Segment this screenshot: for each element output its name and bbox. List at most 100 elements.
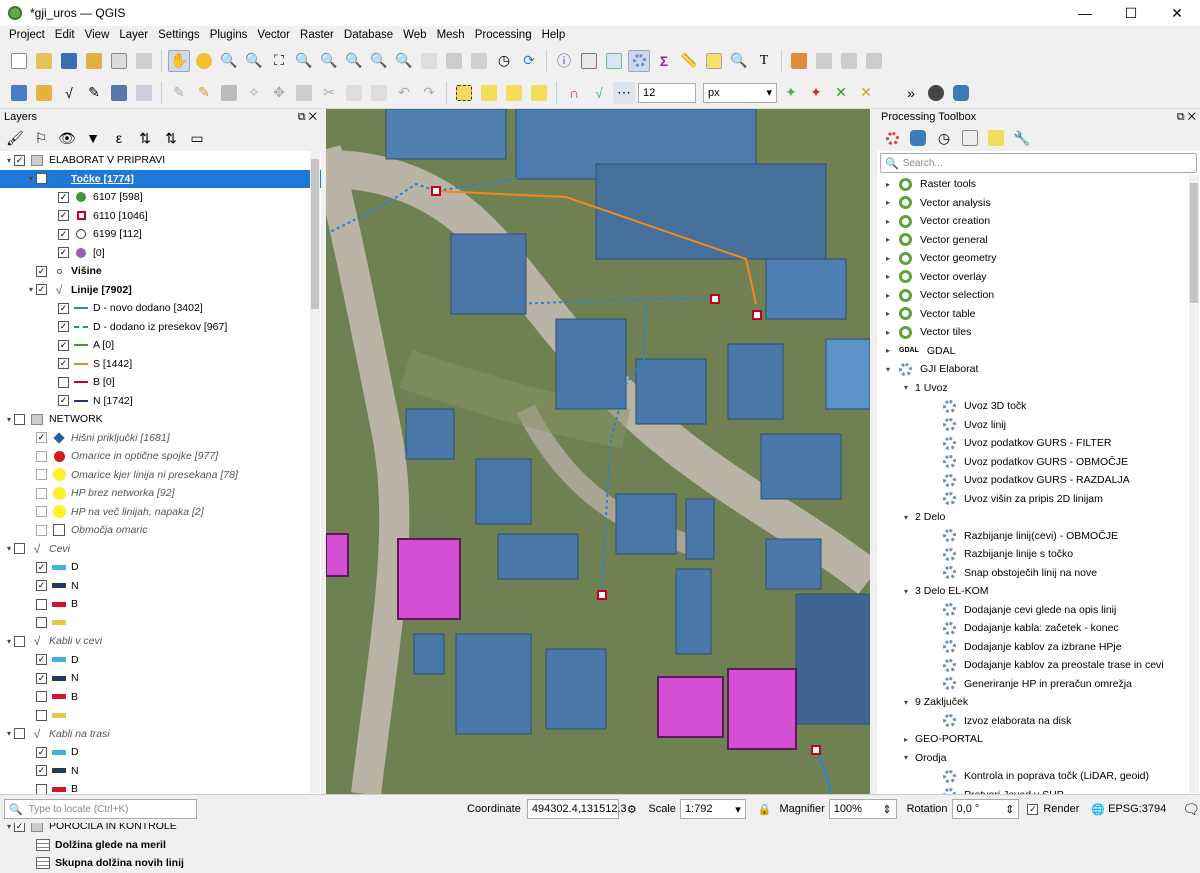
layer-visibility-checkbox[interactable]: ✓ [58,339,69,351]
layer-item[interactable]: ▾ ✓ ELABORAT V PRIPRAVI [0,151,321,170]
measure-icon[interactable]: 📏 [678,50,700,72]
zoom-next-icon[interactable]: 🔍 [393,50,415,72]
layer-item[interactable]: B [0] [0,373,321,392]
toolbox-item[interactable]: Uvoz podatkov GURS - FILTER [877,434,1200,453]
select-features-icon[interactable] [453,82,475,104]
zoom-selection-icon[interactable]: 🔍 [293,50,315,72]
attribute-table-icon[interactable] [578,50,600,72]
copy-icon[interactable] [343,82,365,104]
toolbox-item[interactable]: ▸ Vector tiles [877,323,1200,342]
panel-close-icon[interactable]: ⧉ ✕ [298,111,317,124]
layer-item[interactable]: ▾ √ Kabli na trasi [0,725,321,744]
toolbox-item[interactable]: ▸ Vector overlay [877,268,1200,287]
layer-item[interactable]: ✓ D - novo dodano [3402] [0,299,321,318]
snap-config-icon[interactable]: ⋯ [613,81,635,104]
bookmark-icon[interactable] [443,50,465,72]
layer-item[interactable]: ▾ NETWORK [0,410,321,429]
plugin-face-icon[interactable] [925,82,947,104]
layer-item[interactable]: ✓ N [0,762,321,781]
layer-icon[interactable] [108,82,130,104]
toolbox-item[interactable]: Dodajanje kablov za preostale trase in c… [877,656,1200,675]
scale-select[interactable]: 1:792 ▾ [679,799,746,819]
expand-arrow-icon[interactable]: ▾ [4,156,14,165]
layer-visibility-checkbox[interactable]: ✓ [36,561,47,573]
layer-item[interactable]: Omarice kjer linija ni presekana [78] [0,466,321,485]
layer-item[interactable]: ▾ ✓ √ Linije [7902] [0,281,321,300]
toolbox-item[interactable]: Uvoz linij [877,416,1200,435]
layer-item[interactable]: ✓ 6107 [598] [0,188,321,207]
results-icon[interactable] [959,127,981,149]
toolbox-item[interactable]: Snap obstoječih linij na nove [877,564,1200,583]
menu-vector[interactable]: Vector [252,29,295,41]
new-layer-icon[interactable] [33,82,55,104]
tracing-icon[interactable]: ✦ [780,82,802,104]
minimize-icon[interactable]: — [1062,0,1108,26]
layer-item[interactable]: ✓ A [0] [0,336,321,355]
layer-visibility-checkbox[interactable] [36,524,47,536]
layer-item[interactable]: ✓ [0] [0,244,321,263]
layer-visibility-checkbox[interactable] [14,728,25,740]
toolbox-item[interactable]: ▸ Vector general [877,231,1200,250]
toolbox-item[interactable]: ▾ 1 Uvoz [877,379,1200,398]
redo-icon[interactable]: ↷ [418,82,440,104]
layer-visibility-checkbox[interactable] [36,691,47,703]
layer-item[interactable] [0,614,321,633]
expand-arrow-icon[interactable]: ▾ [4,544,14,553]
toolbox-item[interactable]: ▸ Vector selection [877,286,1200,305]
toggle-extents-icon[interactable]: ⚙ [627,803,639,816]
expand-arrow-icon[interactable]: ▾ [4,822,14,831]
layer-visibility-checkbox[interactable] [14,413,25,425]
layer-visibility-checkbox[interactable] [14,635,25,647]
messages-icon[interactable]: 🗨 [1182,801,1200,818]
expand-arrow-icon[interactable]: ▾ [883,365,893,374]
data-source-manager-icon[interactable] [8,82,30,104]
field-calculator-icon[interactable] [603,50,625,72]
expand-arrow-icon[interactable]: ▸ [883,309,893,318]
layer-item[interactable]: B [0,688,321,707]
select-by-value-icon[interactable] [478,82,500,104]
layer-visibility-checkbox[interactable]: ✓ [36,580,47,592]
layer-item[interactable]: HP na več linijah, napaka [2] [0,503,321,522]
layer-item[interactable]: ▾ √ Kabli v cevi [0,632,321,651]
expand-arrow-icon[interactable]: ▸ [883,217,893,226]
vertex-tool-icon[interactable] [133,82,155,104]
toolbox-item[interactable]: Dodajanje cevi glede na opis linij [877,601,1200,620]
save-project-icon[interactable] [58,50,80,72]
layer-item[interactable]: ✓ D [0,558,321,577]
rotation-spinbox[interactable]: 0,0 ° ⇕ [951,799,1020,819]
layer-visibility-checkbox[interactable] [14,543,25,555]
expand-arrow-icon[interactable]: ▸ [883,254,893,263]
layer-visibility-checkbox[interactable]: ✓ [36,672,47,684]
layer-item[interactable]: ✓ D [0,743,321,762]
layer-visibility-checkbox[interactable]: ✓ [36,765,47,777]
edit-pencil-icon[interactable]: ✎ [193,82,215,104]
layer-item[interactable]: Območja omaric [0,521,321,540]
layer-visibility-checkbox[interactable]: ✓ [58,321,69,333]
layer-item[interactable]: ✓ S [1442] [0,355,321,374]
snapping-magnet-icon[interactable]: ∩ [563,82,585,104]
layout-manager-icon[interactable] [133,50,155,72]
toolbox-item[interactable]: ▸ GDAL GDAL [877,342,1200,361]
menu-layer[interactable]: Layer [114,29,153,41]
layer-item[interactable] [0,706,321,725]
toolbox-item[interactable]: ▾ GJI Elaborat [877,360,1200,379]
expand-arrow-icon[interactable]: ▾ [901,383,911,392]
intersect-icon[interactable]: ✕ [830,82,852,104]
add-group-icon[interactable]: ⚐ [30,127,52,149]
toolbox-item[interactable]: Izvoz elaborata na disk [877,712,1200,731]
plugin-icon-4[interactable] [863,50,885,72]
layer-item[interactable]: Skupna dolžina novih linij [0,854,321,873]
plugin-icon-1[interactable] [788,50,810,72]
expand-arrow-icon[interactable]: ▾ [901,698,911,707]
toolbox-item[interactable]: Razbijanje linije s točko [877,545,1200,564]
layer-visibility-checkbox[interactable]: ✓ [58,302,69,314]
coordinate-field[interactable]: 494302.4,131512.3 [526,799,627,819]
toolbox-item[interactable]: Kontrola in poprava točk (LiDAR, geoid) [877,767,1200,786]
expand-arrow-icon[interactable]: ▸ [883,291,893,300]
filter-expression-icon[interactable]: ε [108,127,130,149]
expand-arrow-icon[interactable]: ▾ [901,753,911,762]
save-as-icon[interactable] [83,50,105,72]
menu-web[interactable]: Web [398,29,431,41]
scripts-icon[interactable] [907,127,929,149]
zoom-full-icon[interactable]: ⛶ [268,50,290,72]
